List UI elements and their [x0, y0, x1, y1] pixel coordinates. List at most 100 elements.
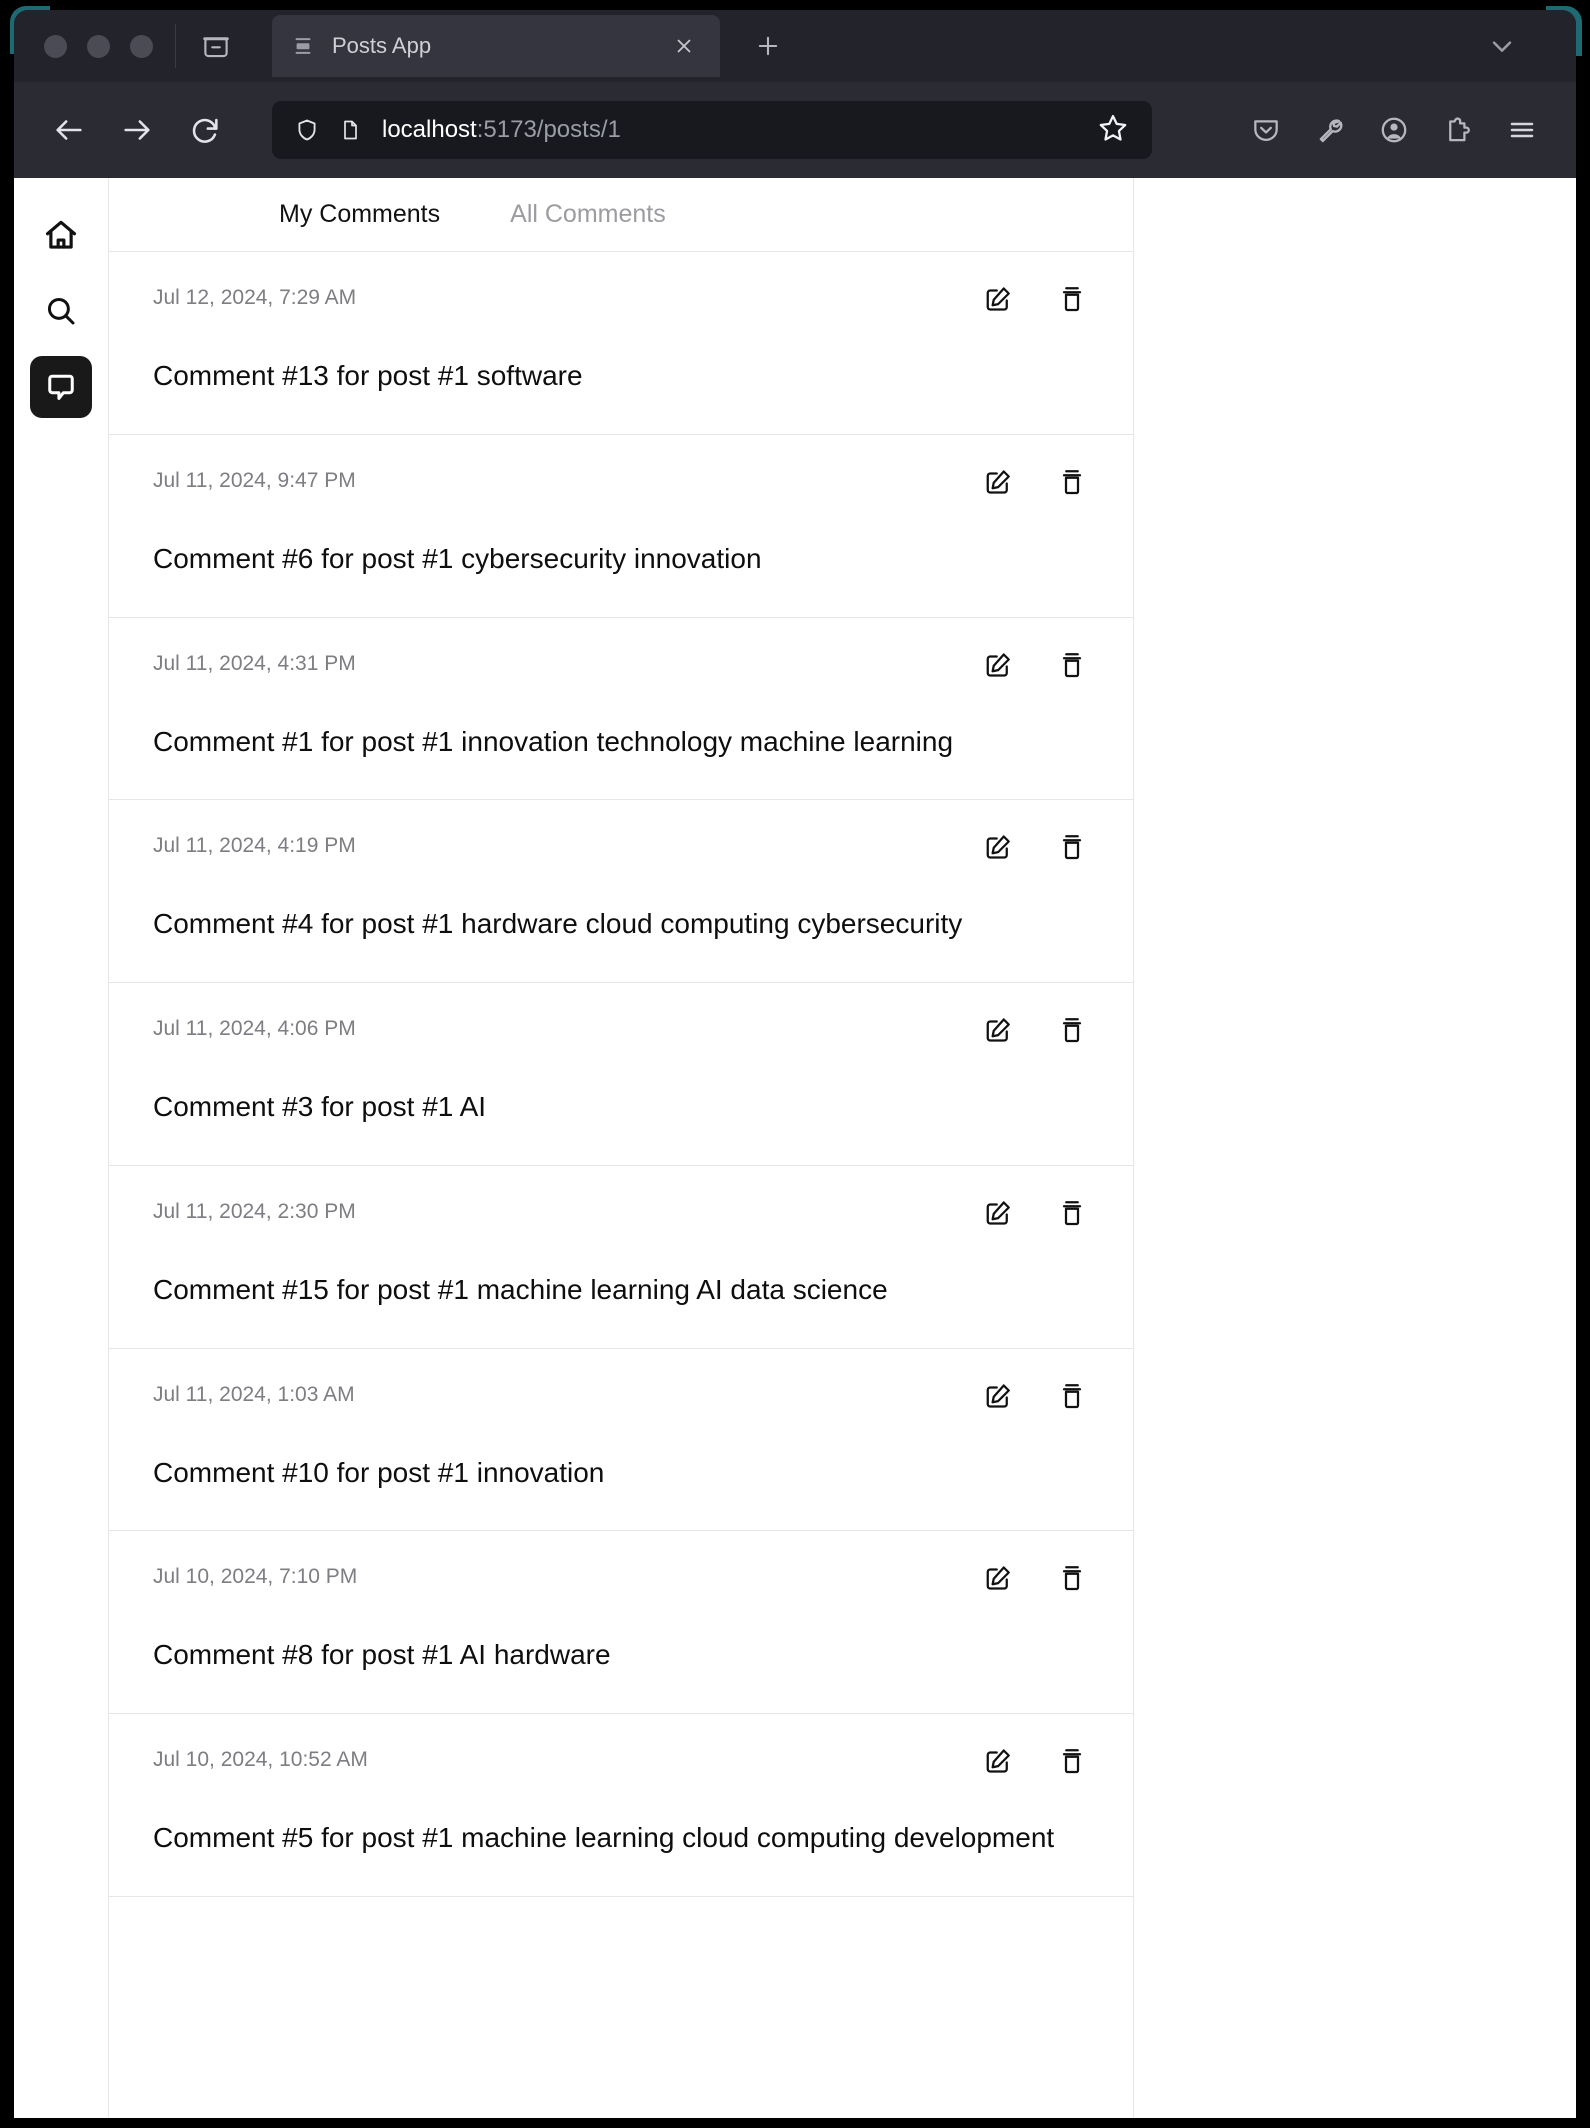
delete-comment-button[interactable] — [1055, 1196, 1089, 1230]
comment-card[interactable]: Jul 11, 2024, 4:19 PM Comment #4 for pos… — [109, 800, 1133, 983]
comment-text: Comment #4 for post #1 hardware cloud co… — [153, 908, 963, 940]
toolbar-divider — [175, 24, 176, 68]
close-tab-button[interactable] — [666, 28, 702, 64]
star-icon — [1099, 114, 1127, 141]
home-icon — [45, 220, 77, 249]
delete-comment-button[interactable] — [1055, 1744, 1089, 1778]
comment-text: Comment #6 for post #1 cybersecurity inn… — [153, 542, 762, 574]
comment-card[interactable]: Jul 11, 2024, 1:03 AM Comment #10 for po… — [109, 1349, 1133, 1532]
edit-pencil-icon — [986, 1383, 1010, 1408]
comment-card[interactable]: Jul 10, 2024, 7:10 PM Comment #8 for pos… — [109, 1531, 1133, 1714]
navigation-toolbar: localhost:5173/posts/1 — [14, 82, 1576, 178]
back-button[interactable] — [40, 101, 98, 159]
delete-comment-button[interactable] — [1055, 1013, 1089, 1047]
comment-card[interactable]: Jul 11, 2024, 4:06 PM Comment #3 for pos… — [109, 983, 1133, 1166]
new-tab-button[interactable] — [742, 20, 794, 72]
comment-card-header: Jul 11, 2024, 1:03 AM — [153, 1379, 1089, 1417]
application-menu-button[interactable] — [1494, 102, 1550, 158]
comment-timestamp: Jul 12, 2024, 7:29 AM — [153, 286, 357, 309]
comment-timestamp: Jul 11, 2024, 2:30 PM — [153, 1199, 356, 1223]
browser-tab[interactable]: Posts App — [272, 15, 720, 77]
comment-timestamp: Jul 11, 2024, 4:31 PM — [153, 651, 356, 675]
bookmark-button[interactable] — [1096, 111, 1134, 149]
edit-comment-button[interactable] — [981, 1379, 1015, 1413]
comment-card-header: Jul 10, 2024, 7:10 PM — [153, 1561, 1089, 1599]
tab-my-comments[interactable]: My Comments — [279, 200, 440, 229]
account-button[interactable] — [1366, 102, 1422, 158]
forward-arrow-icon — [124, 120, 150, 140]
back-arrow-icon — [56, 120, 82, 140]
sidebar-item-comments[interactable] — [30, 356, 92, 418]
comment-timestamp: Jul 11, 2024, 9:47 PM — [153, 468, 356, 492]
pocket-button[interactable] — [1238, 102, 1294, 158]
reload-button[interactable] — [176, 101, 234, 159]
trash-icon — [1062, 652, 1082, 677]
comment-card[interactable]: Jul 11, 2024, 2:30 PM Comment #15 for po… — [109, 1166, 1133, 1349]
edit-pencil-icon — [986, 1201, 1010, 1225]
edit-comment-button[interactable] — [981, 1561, 1015, 1595]
close-icon — [677, 39, 691, 53]
comment-actions — [981, 648, 1089, 682]
comment-card-header: Jul 11, 2024, 4:19 PM — [153, 830, 1089, 868]
browser-toolbar-buttons — [1238, 102, 1550, 158]
delete-comment-button[interactable] — [1055, 282, 1089, 316]
comment-actions — [981, 465, 1089, 499]
page-viewport: My Comments All Comments Jul 12, 2024, 7… — [14, 178, 1576, 2118]
edit-comment-button[interactable] — [981, 648, 1015, 682]
edit-comment-button[interactable] — [981, 1744, 1015, 1778]
extensions-button[interactable] — [1430, 102, 1486, 158]
app-content: My Comments All Comments Jul 12, 2024, 7… — [108, 178, 1576, 2118]
comment-text: Comment #13 for post #1 software — [153, 360, 583, 391]
trash-icon — [1062, 835, 1082, 860]
close-window-button[interactable] — [44, 34, 67, 58]
trash-icon — [1062, 1566, 1082, 1591]
comment-text: Comment #5 for post #1 machine learning … — [153, 1822, 1055, 1853]
comment-actions — [981, 1561, 1089, 1595]
sidebar-item-home[interactable] — [30, 204, 92, 266]
search-icon — [47, 297, 75, 325]
comments-column: My Comments All Comments Jul 12, 2024, 7… — [108, 178, 1134, 2118]
wrench-button[interactable] — [1302, 102, 1358, 158]
tab-all-comments[interactable]: All Comments — [510, 200, 666, 229]
edit-comment-button[interactable] — [981, 282, 1015, 316]
comment-bubble-icon — [48, 374, 74, 400]
edit-pencil-icon — [986, 287, 1010, 311]
firefox-view-button[interactable] — [190, 20, 242, 72]
account-icon — [1381, 117, 1407, 143]
delete-comment-button[interactable] — [1055, 1379, 1089, 1413]
list-all-tabs-button[interactable] — [1474, 20, 1530, 72]
comment-card-header: Jul 11, 2024, 4:06 PM — [153, 1013, 1089, 1051]
screen: Posts App localhost:5173/posts/1 My Comm… — [0, 0, 1590, 2128]
comment-text: Comment #8 for post #1 AI hardware — [153, 1639, 611, 1671]
page-icon[interactable] — [338, 118, 362, 142]
delete-comment-button[interactable] — [1055, 648, 1089, 682]
sidebar-item-search[interactable] — [30, 280, 92, 342]
delete-comment-button[interactable] — [1055, 1561, 1089, 1595]
edit-comment-button[interactable] — [981, 830, 1015, 864]
comment-card-header: Jul 11, 2024, 2:30 PM — [153, 1196, 1089, 1234]
comment-card[interactable]: Jul 11, 2024, 9:47 PM Comment #6 for pos… — [109, 435, 1133, 618]
shield-icon[interactable] — [294, 117, 320, 143]
comment-card[interactable]: Jul 11, 2024, 4:31 PM Comment #1 for pos… — [109, 618, 1133, 801]
minimize-window-button[interactable] — [87, 34, 110, 58]
comment-text: Comment #15 for post #1 machine learning… — [153, 1273, 888, 1305]
comment-timestamp: Jul 11, 2024, 4:19 PM — [153, 834, 356, 858]
forward-button[interactable] — [108, 101, 166, 159]
page-layout-icon — [292, 35, 314, 57]
delete-comment-button[interactable] — [1055, 830, 1089, 864]
comment-card[interactable]: Jul 10, 2024, 10:52 AM Comment #5 for po… — [109, 1714, 1133, 1897]
delete-comment-button[interactable] — [1055, 465, 1089, 499]
edit-comment-button[interactable] — [981, 1013, 1015, 1047]
url-text[interactable]: localhost:5173/posts/1 — [382, 116, 1086, 144]
comments-list: Jul 12, 2024, 7:29 AM Comment #13 for po… — [109, 252, 1133, 2118]
trash-icon — [1062, 287, 1082, 312]
trash-icon — [1062, 1383, 1082, 1408]
edit-comment-button[interactable] — [981, 1196, 1015, 1230]
pocket-icon — [1254, 120, 1278, 141]
address-bar[interactable]: localhost:5173/posts/1 — [272, 101, 1152, 159]
maximize-window-button[interactable] — [130, 34, 153, 58]
edit-comment-button[interactable] — [981, 465, 1015, 499]
comment-card-header: Jul 12, 2024, 7:29 AM — [153, 282, 1089, 320]
comment-card[interactable]: Jul 12, 2024, 7:29 AM Comment #13 for po… — [109, 252, 1133, 435]
trash-icon — [1062, 1749, 1082, 1774]
